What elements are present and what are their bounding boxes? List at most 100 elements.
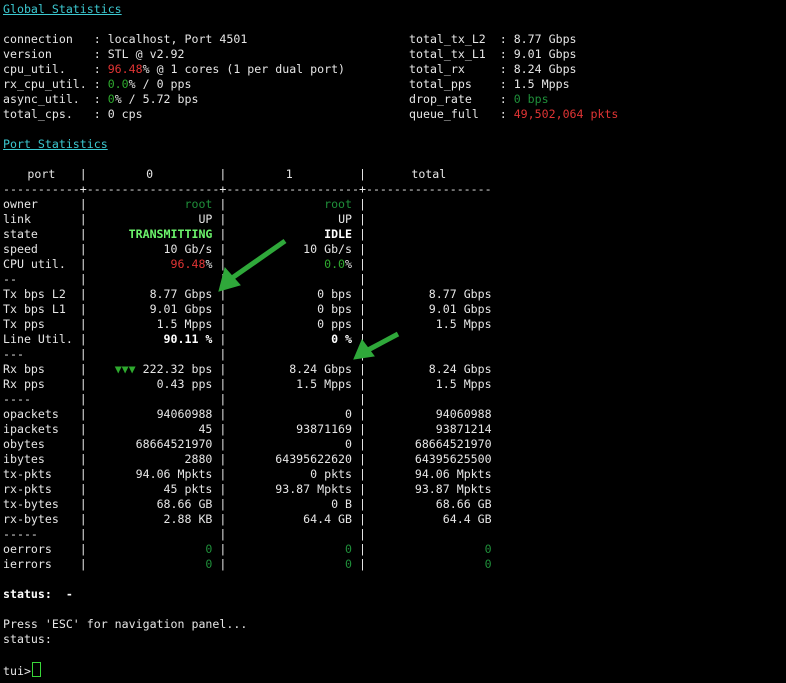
column-separator: |: [79, 542, 87, 556]
column-separator: |: [359, 227, 366, 241]
global-stat-value: % / 5.72 bps: [114, 92, 199, 106]
column-separator: |: [79, 557, 87, 571]
total-cell: 8.24 Gbps: [429, 362, 492, 377]
command-prompt[interactable]: tui>: [3, 662, 41, 679]
global-stat-right-value: 0 bps: [513, 92, 549, 106]
port0-cell-value: TRANSMITTING: [128, 227, 213, 241]
port1-cell-value: 10 Gb/s: [303, 242, 353, 256]
global-stat-value: 0.0: [107, 77, 129, 91]
column-separator: |: [79, 512, 87, 526]
port1-cell-value: 93871169: [296, 422, 353, 436]
global-stat-label: cpu_util. :: [3, 62, 108, 76]
column-separator: |: [79, 257, 87, 271]
global-stat-right-value: 1.5 Mpps: [513, 77, 570, 91]
arrow-line-1: [230, 238, 287, 281]
column-separator: |: [79, 407, 87, 421]
column-separator: |: [359, 437, 366, 451]
text-cursor[interactable]: [31, 662, 41, 677]
port1-cell: 64395622620: [275, 452, 352, 467]
row-label: ----: [3, 392, 31, 406]
column-separator: |: [79, 272, 87, 286]
column-separator: |: [219, 257, 227, 271]
port0-cell-value: 0.43 pps: [156, 377, 213, 391]
row-label: state: [3, 227, 38, 241]
row-label: speed: [3, 242, 38, 256]
column-separator: |: [359, 527, 366, 541]
port1-cell: 0: [345, 407, 352, 422]
port0-cell-value: 45: [198, 422, 213, 436]
column-separator: |: [359, 167, 366, 181]
total-cell: 0: [485, 557, 492, 572]
row-label: ipackets: [3, 422, 59, 436]
row-label: --: [3, 272, 17, 286]
port1-cell: 93.87 Mpkts: [275, 482, 352, 497]
port0-cell-value: 90.11 %: [163, 332, 213, 346]
total-cell-value: 64395625500: [414, 452, 492, 466]
row-label: obytes: [3, 437, 45, 451]
total-cell-value: 94.06 Mpkts: [414, 467, 492, 481]
column-separator: |: [219, 272, 227, 286]
column-separator: |: [79, 227, 87, 241]
port1-cell-value: 0 bps: [317, 302, 353, 316]
global-stat-line: total_cps. : 0 cps: [3, 107, 143, 122]
global-stat-value: % / 0 pps: [128, 77, 192, 91]
column-separator: |: [359, 332, 366, 346]
port0-cell-value: 8.77 Gbps: [149, 287, 213, 301]
row-label: oerrors: [3, 542, 52, 556]
column-separator: |: [219, 482, 227, 496]
prompt-label: tui>: [3, 664, 31, 678]
total-cell-value: 64.4 GB: [442, 512, 492, 526]
column-separator: |: [219, 512, 227, 526]
total-cell-value: 94060988: [435, 407, 492, 421]
port1-cell: 64.4 GB: [303, 512, 352, 527]
column-separator: |: [359, 467, 366, 481]
port1-cell-value: 93.87 Mpkts: [275, 482, 353, 496]
global-stat-label: connection :: [3, 32, 108, 46]
row-label: Tx bps L2: [3, 287, 66, 301]
column-separator: |: [79, 452, 87, 466]
global-stat-right-label: drop_rate :: [409, 92, 514, 106]
port1-cell-value: 64395622620: [275, 452, 353, 466]
port0-cell: 2.88 KB: [164, 512, 213, 527]
column-separator: |: [359, 557, 366, 571]
port1-cell: 0 bps: [317, 287, 352, 302]
port1-cell: 0 bps: [317, 302, 352, 317]
row-label: tx-pkts: [3, 467, 52, 481]
row-label: tx-bytes: [3, 497, 59, 511]
port0-cell: 0.43 pps: [157, 377, 213, 392]
port1-cell: root: [324, 197, 352, 212]
total-cell-value: 9.01 Gbps: [428, 302, 492, 316]
global-stat-line: cpu_util. : 96.48% @ 1 cores (1 per dual…: [3, 62, 345, 77]
row-label: ierrors: [3, 557, 52, 571]
row-label: CPU util.: [3, 257, 66, 271]
column-separator: |: [79, 467, 87, 481]
column-separator: |: [219, 287, 227, 301]
total-cell: 0: [485, 542, 492, 557]
total-cell-value: 1.5 Mpps: [435, 317, 492, 331]
column-separator: |: [79, 302, 87, 316]
status-label: status:: [3, 587, 52, 601]
port0-cell-value: 2.88 KB: [163, 512, 213, 526]
row-label: opackets: [3, 407, 59, 421]
port0-cell-value: 0: [205, 557, 213, 571]
column-separator: |: [359, 362, 366, 376]
port1-cell: 10 Gb/s: [303, 242, 352, 257]
column-separator: |: [79, 482, 87, 496]
port1-cell-value: 0: [345, 557, 353, 571]
port0-cell: 2880: [184, 452, 212, 467]
global-stat-right-line: queue_full : 49,502,064 pkts: [409, 107, 618, 122]
port1-cell: 0 pps: [317, 317, 352, 332]
total-cell: 64.4 GB: [443, 512, 492, 527]
column-separator: |: [219, 302, 227, 316]
column-separator: |: [219, 467, 227, 481]
global-stat-line: connection : localhost, Port 4501: [3, 32, 247, 47]
port0-cell: 96.48%: [171, 257, 213, 272]
column-separator: |: [79, 422, 87, 436]
port0-cell-value: 68664521970: [135, 437, 213, 451]
column-separator: |: [359, 422, 366, 436]
port0-cell: 94.06 Mpkts: [136, 467, 213, 482]
port1-cell-value: 0.0: [324, 257, 346, 271]
column-separator: |: [359, 197, 366, 211]
port1-cell: 1.5 Mpps: [296, 377, 352, 392]
column-separator: |: [79, 527, 87, 541]
